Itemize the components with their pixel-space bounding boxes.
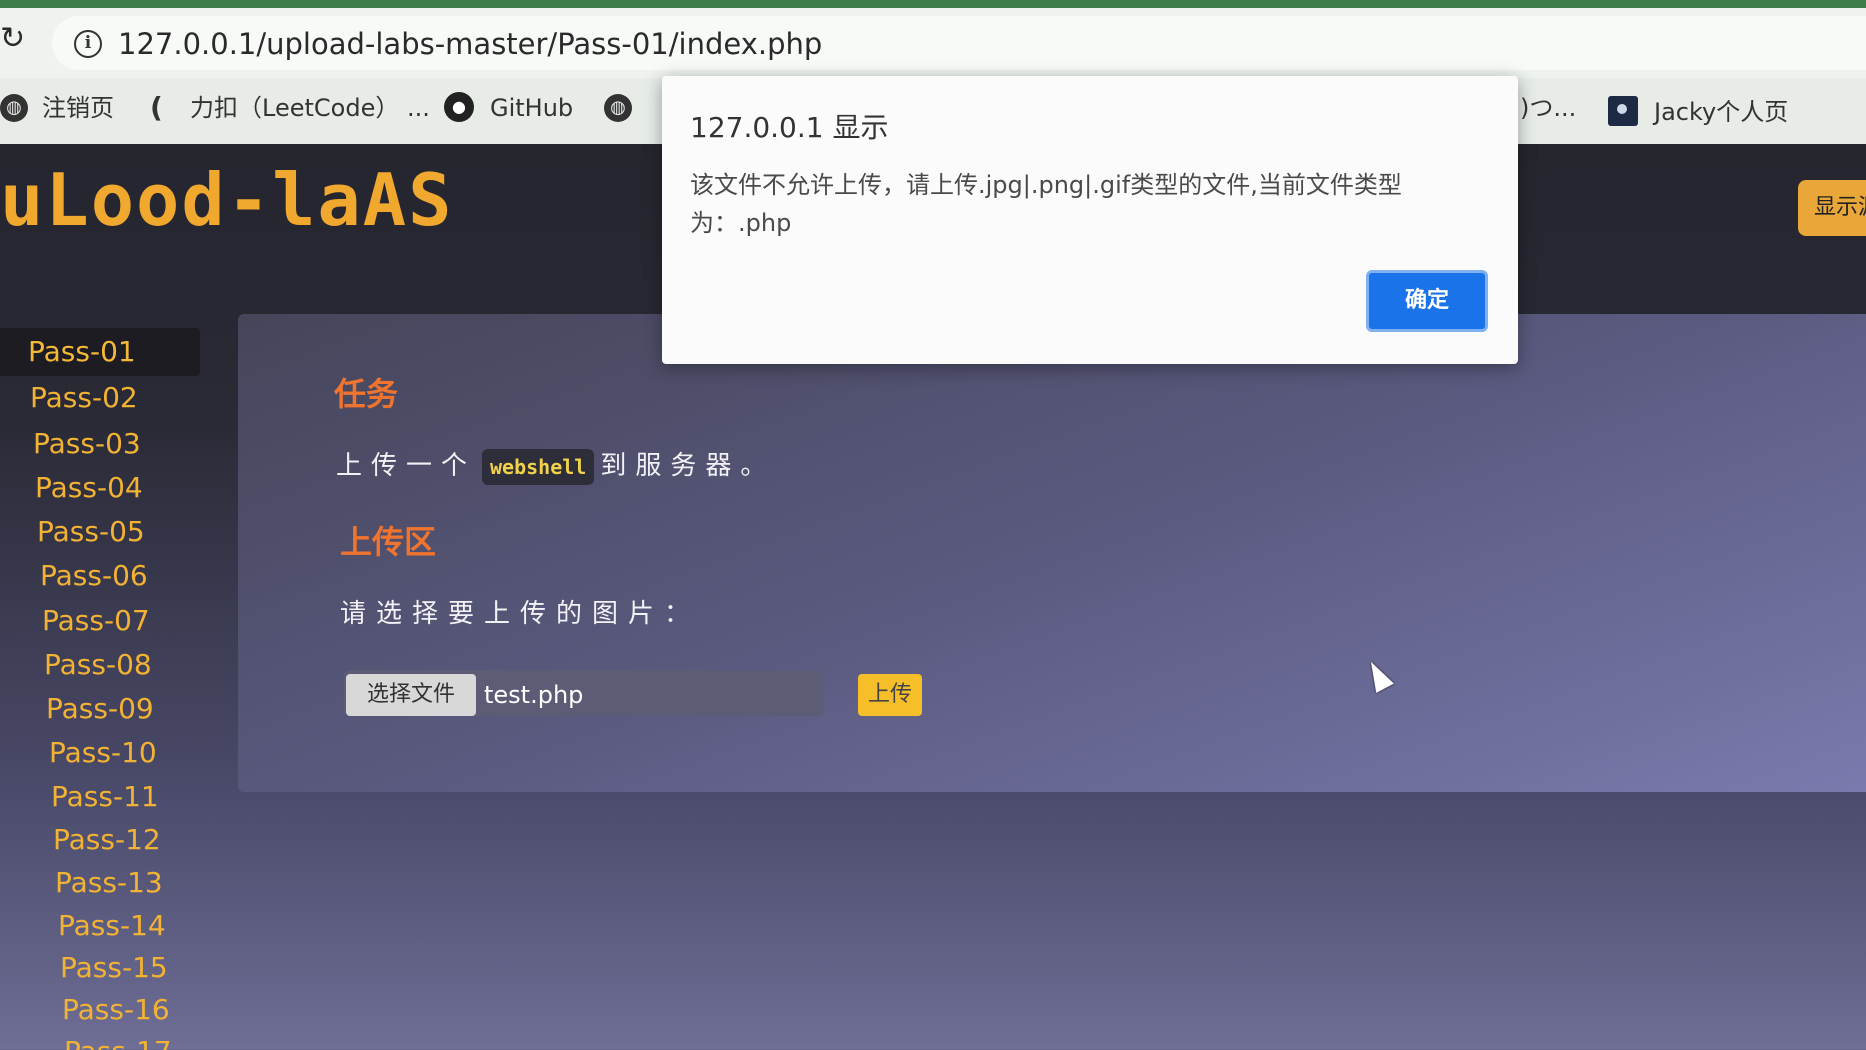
leetcode-icon[interactable]: ( — [150, 92, 172, 124]
github-icon[interactable]: ● — [444, 92, 474, 122]
task-heading: 任务 — [334, 375, 399, 413]
sidebar-item-pass-11[interactable]: Pass-11 — [51, 777, 159, 817]
sidebar-item-pass-05[interactable]: Pass-05 — [37, 512, 145, 552]
jacky-icon[interactable] — [1608, 96, 1638, 126]
bookmark-github[interactable]: GitHub — [490, 88, 573, 128]
dialog-title: 127.0.0.1 显示 — [690, 111, 889, 144]
webshell-code: webshell — [482, 448, 595, 485]
sidebar-item-pass-06[interactable]: Pass-06 — [40, 556, 148, 596]
show-source-button[interactable]: 显示源 — [1798, 180, 1866, 236]
dialog-message: 该文件不允许上传，请上传.jpg|.png|.gif类型的文件,当前文件类型为：… — [690, 171, 1402, 237]
sidebar-item-pass-07[interactable]: Pass-07 — [42, 601, 150, 641]
reload-icon[interactable]: ↻ — [0, 24, 26, 54]
upload-button[interactable]: 上传 — [858, 674, 922, 716]
bookmark-logout[interactable]: 注销页 — [42, 88, 114, 128]
sidebar-item-pass-01[interactable]: Pass-01 — [28, 332, 136, 372]
sidebar-item-pass-16[interactable]: Pass-16 — [62, 990, 170, 1030]
sidebar-item-pass-14[interactable]: Pass-14 — [58, 906, 166, 946]
dialog-ok-button[interactable]: 确定 — [1366, 270, 1488, 332]
globe-icon[interactable]: ◍ — [604, 94, 632, 122]
sidebar-item-pass-03[interactable]: Pass-03 — [33, 424, 141, 464]
sidebar-item-pass-12[interactable]: Pass-12 — [53, 820, 161, 860]
sidebar-item-pass-02[interactable]: Pass-02 — [30, 378, 138, 418]
upload-prompt: 请选择要上传的图片： — [340, 599, 701, 629]
task-text-before: 上传一个 — [336, 451, 477, 481]
selected-file-name: test.php — [484, 681, 584, 709]
sidebar-item-pass-15[interactable]: Pass-15 — [60, 948, 168, 988]
task-description: 上传一个 webshell 到服务器。 — [336, 444, 775, 488]
info-icon[interactable]: i — [74, 30, 102, 58]
upload-heading: 上传区 — [340, 523, 437, 561]
sidebar-item-pass-13[interactable]: Pass-13 — [55, 863, 163, 903]
sidebar-item-pass-09[interactable]: Pass-09 — [46, 689, 154, 729]
site-logo: uLood-laAS — [0, 158, 454, 242]
sidebar-item-pass-08[interactable]: Pass-08 — [44, 645, 152, 685]
bookmark-leetcode[interactable]: 力扣（LeetCode） ... — [190, 88, 430, 128]
bookmark-partial[interactable]: )つ... — [1520, 88, 1576, 128]
bookmark-jacky[interactable]: Jacky个人页 — [1654, 92, 1788, 132]
choose-file-button[interactable]: 选择文件 — [346, 674, 476, 716]
sidebar-item-pass-10[interactable]: Pass-10 — [49, 733, 157, 773]
url-text[interactable]: 127.0.0.1/upload-labs-master/Pass-01/ind… — [118, 26, 822, 62]
task-text-after: 到服务器。 — [600, 451, 776, 481]
sidebar-item-pass-04[interactable]: Pass-04 — [35, 468, 143, 508]
content-panel — [238, 314, 1866, 792]
globe-icon[interactable]: ◍ — [0, 94, 28, 122]
sidebar-item-pass-17[interactable]: Pass-17 — [64, 1032, 172, 1050]
